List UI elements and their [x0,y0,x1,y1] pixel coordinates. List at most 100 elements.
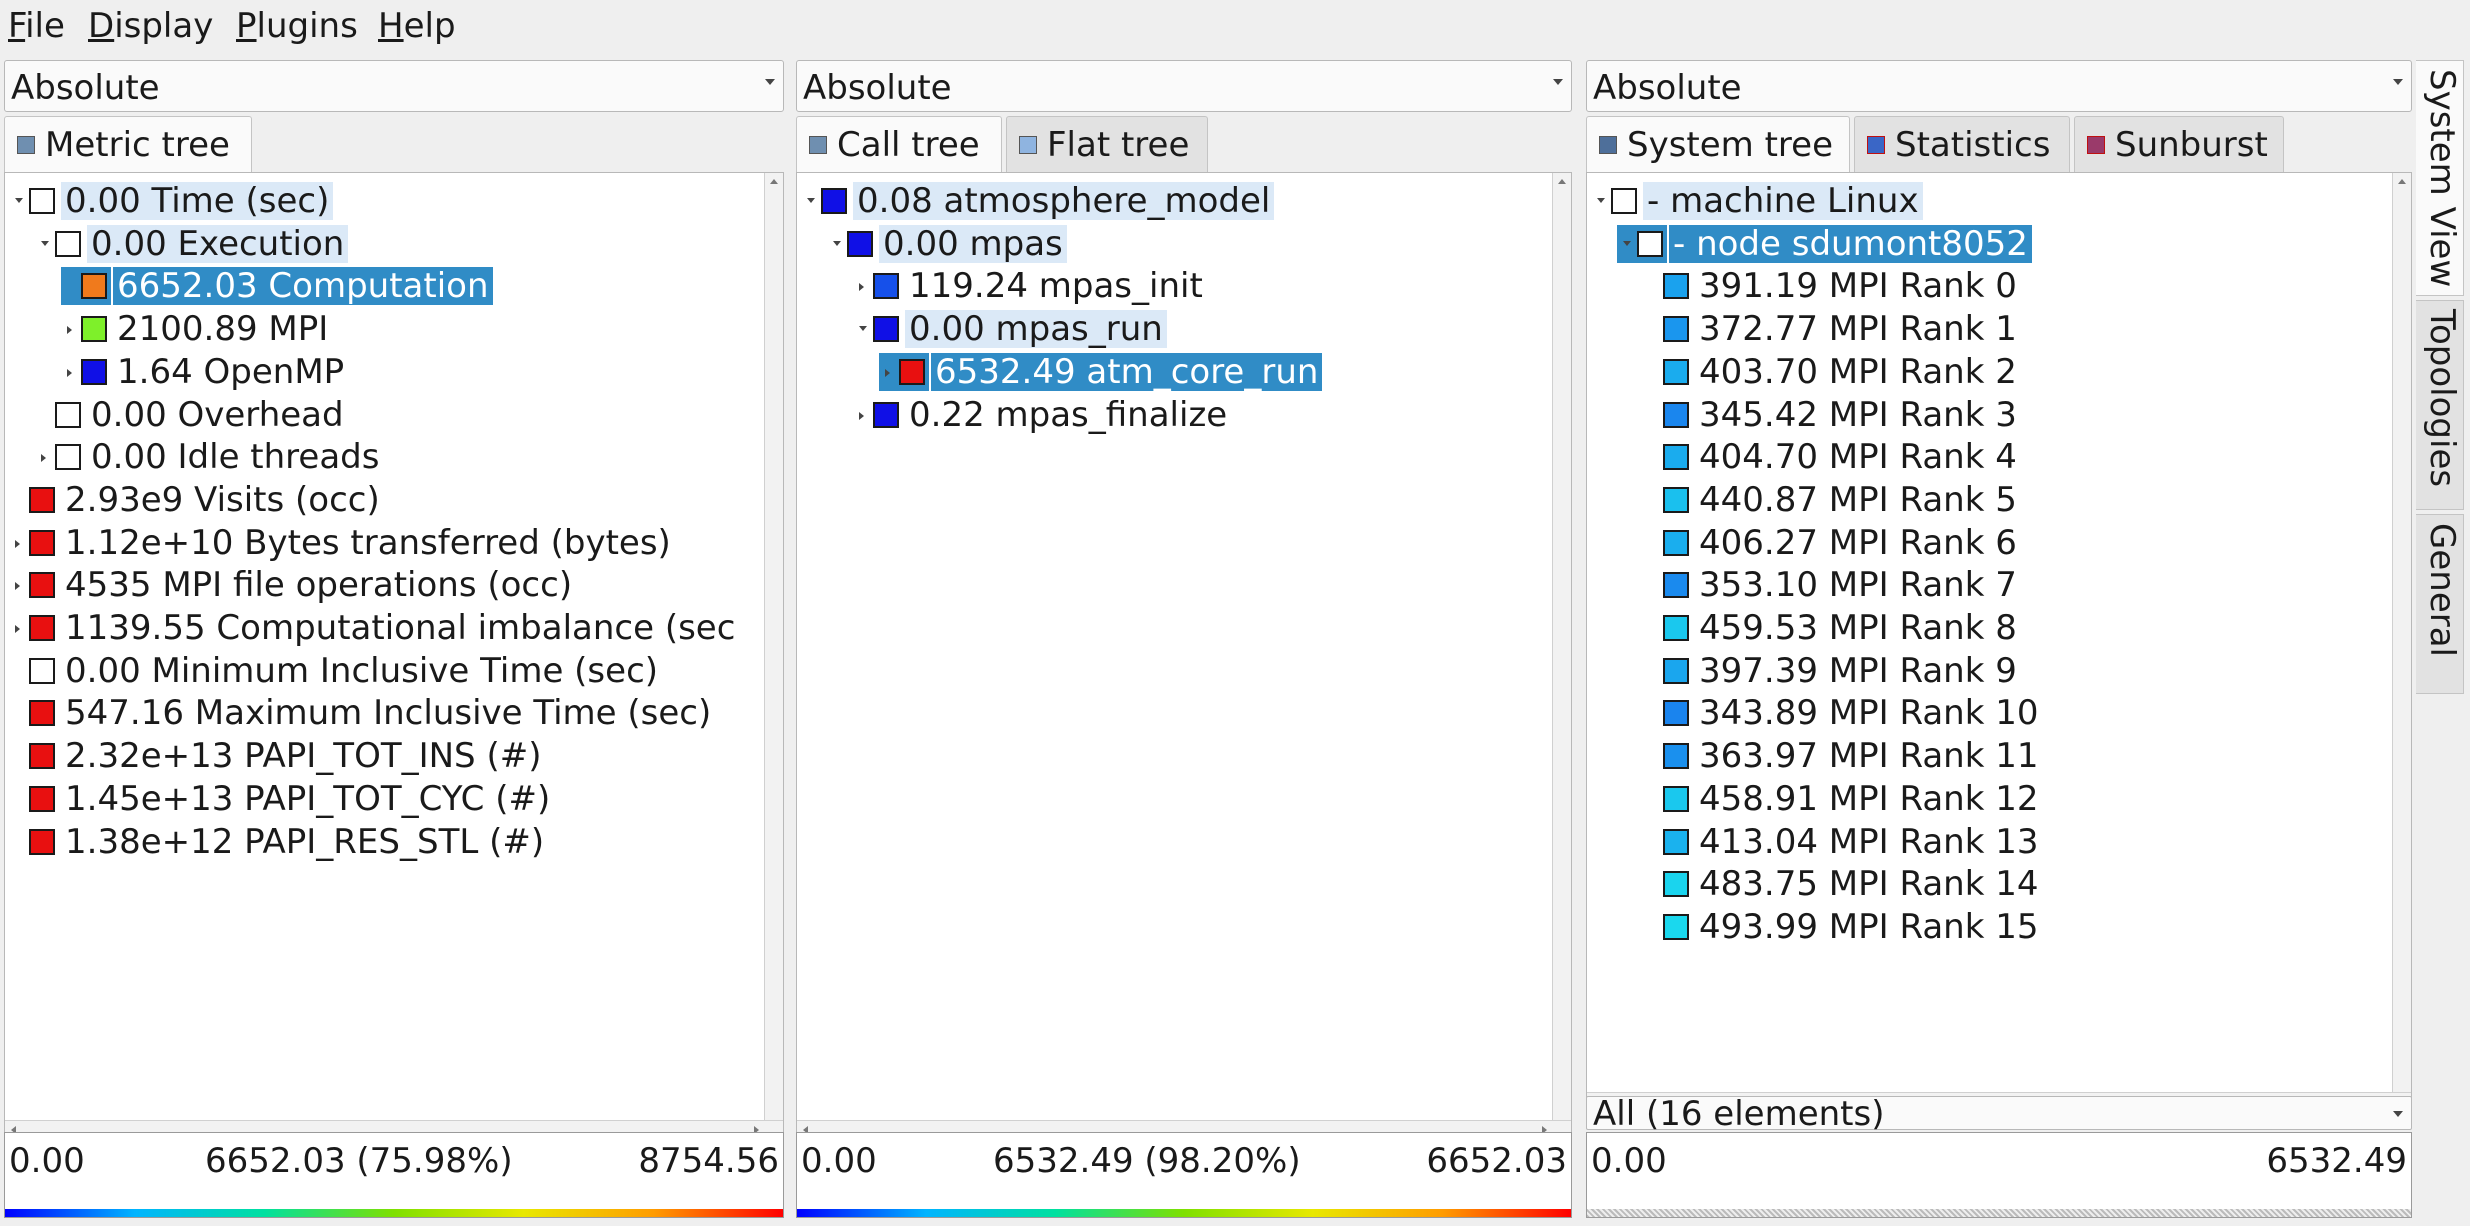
tab-statistics[interactable]: Statistics [1854,116,2070,172]
tree-row[interactable]: 2.32e+13 PAPI_TOT_INS (#) [5,734,783,776]
vertical-scrollbar[interactable] [764,173,783,1139]
tab-sunburst[interactable]: Sunburst [2074,116,2284,172]
system-tree[interactable]: - machine Linux - node sdumont8052 391.19 … [1586,172,2412,1112]
expand-arrow-open-icon[interactable] [807,198,815,203]
call-mode-select[interactable]: Absolute [796,60,1572,112]
menu-help[interactable]: Help [378,6,456,46]
tab-topologies[interactable]: Topologies [2416,300,2464,510]
tree-row[interactable]: 2.93e9 Visits (occ) [5,478,783,520]
tab-system-tree[interactable]: System tree [1586,116,1850,173]
tree-row[interactable]: 1139.55 Computational imbalance (sec [5,606,783,648]
tree-row[interactable]: 0.00 Overhead [5,393,783,435]
tree-row[interactable]: 403.70 MPI Rank 2 [1587,350,2411,392]
call-tree[interactable]: 0.08 atmosphere_model 0.00 mpas 119.24 mpa… [796,172,1572,1140]
expand-arrow-closed-icon[interactable] [859,411,864,420]
tree-row-label: 459.53 MPI Rank 8 [1699,608,2017,648]
expand-arrow-open-icon[interactable] [859,326,867,332]
scale-max: 8754.56 [638,1141,779,1181]
tree-row[interactable]: 363.97 MPI Rank 11 [1587,734,2411,776]
tree-row[interactable]: - node sdumont8052 [1587,222,2411,264]
expand-arrow-closed-icon[interactable] [859,283,864,292]
scale-max: 6652.03 [1426,1141,1567,1181]
menu-plugins[interactable]: Plugins [236,6,358,46]
tree-row[interactable]: 404.70 MPI Rank 4 [1587,435,2411,477]
tree-row-label: 1139.55 Computational imbalance (sec [65,608,736,648]
vertical-scrollbar[interactable] [2392,173,2411,1111]
menu-display[interactable]: Display [88,6,213,46]
tab-flat-tree[interactable]: Flat tree [1006,116,1208,172]
call-mode-value: Absolute [803,68,952,108]
color-swatch-icon [1663,871,1689,898]
tree-row[interactable]: 1.38e+12 PAPI_RES_STL (#) [5,820,783,862]
expand-arrow-open-icon[interactable] [15,198,23,203]
metric-tree[interactable]: 0.00 Time (sec) 0.00 Execution 6652.03 Com… [4,172,784,1140]
tree-row-label: 413.04 MPI Rank 13 [1699,821,2039,862]
tree-row[interactable]: 493.99 MPI Rank 15 [1587,905,2411,947]
tree-row[interactable]: 0.00 Time (sec) [5,179,783,221]
color-scale: 0.00 6532.49 [1586,1132,2412,1218]
element-filter-select[interactable]: All (16 elements) [1586,1094,2412,1134]
tab-system-view[interactable]: System View [2416,60,2464,296]
expand-arrow-closed-icon[interactable] [41,454,46,463]
system-mode-select[interactable]: Absolute [1586,60,2412,112]
expand-arrow-closed-icon[interactable] [67,368,72,377]
tree-row[interactable]: 1.12e+10 Bytes transferred (bytes) [5,521,783,563]
tree-row[interactable]: 345.42 MPI Rank 3 [1587,393,2411,435]
tree-row[interactable]: 458.91 MPI Rank 12 [1587,777,2411,819]
expand-arrow-open-icon[interactable] [1597,198,1605,203]
expand-arrow-open-icon[interactable] [833,240,841,246]
tree-row-label: 483.75 MPI Rank 14 [1699,864,2039,905]
metric-mode-select[interactable]: Absolute [4,60,784,112]
tree-row[interactable]: 1.64 OpenMP [5,350,783,392]
menu-file[interactable]: File [8,6,65,46]
tree-row[interactable]: 483.75 MPI Rank 14 [1587,862,2411,904]
flat-tree-icon [1019,136,1037,154]
scroll-up-icon[interactable] [1558,179,1566,184]
scroll-up-icon[interactable] [770,179,778,184]
tree-row[interactable]: 391.19 MPI Rank 0 [1587,264,2411,306]
tree-row[interactable]: 372.77 MPI Rank 1 [1587,307,2411,349]
tree-row[interactable]: - machine Linux [1587,179,2411,221]
vertical-scrollbar[interactable] [1552,173,1571,1139]
scale-value: 6652.03 (75.98%) [205,1141,513,1181]
tree-row[interactable]: 1.45e+13 PAPI_TOT_CYC (#) [5,777,783,819]
color-gradient [5,1209,783,1217]
tab-call-tree[interactable]: Call tree [796,116,1002,173]
expand-arrow-closed-icon[interactable] [15,625,20,633]
tree-row[interactable]: 397.39 MPI Rank 9 [1587,649,2411,691]
tab-metric-tree[interactable]: Metric tree [4,116,252,173]
scale-max: 6532.49 [2266,1141,2407,1181]
tree-row[interactable]: 353.10 MPI Rank 7 [1587,563,2411,605]
tree-row[interactable]: 2100.89 MPI [5,307,783,349]
tree-row[interactable]: 547.16 Maximum Inclusive Time (sec) [5,691,783,733]
tree-row[interactable]: 6652.03 Computation [5,264,783,306]
tree-row[interactable]: 413.04 MPI Rank 13 [1587,820,2411,862]
tree-row[interactable]: 0.00 mpas_run [797,307,1571,349]
expand-arrow-closed-icon[interactable] [885,368,890,377]
tree-row[interactable]: 0.22 mpas_finalize [797,393,1571,435]
tree-row[interactable]: 4535 MPI file operations (occ) [5,563,783,605]
tree-row-label: 353.10 MPI Rank 7 [1699,565,2017,606]
statistics-icon [1867,136,1885,154]
tab-general[interactable]: General [2416,514,2464,694]
tree-row[interactable]: 0.08 atmosphere_model [797,179,1571,221]
color-swatch-icon [1611,188,1637,214]
tree-row[interactable]: 0.00 Execution [5,222,783,264]
expand-arrow-open-icon[interactable] [41,240,49,246]
expand-arrow-closed-icon[interactable] [67,326,72,335]
tree-row[interactable]: 0.00 Idle threads [5,435,783,477]
tree-row-label: 547.16 Maximum Inclusive Time (sec) [65,693,712,734]
scroll-up-icon[interactable] [2398,179,2406,184]
tree-row[interactable]: 406.27 MPI Rank 6 [1587,521,2411,563]
expand-arrow-closed-icon[interactable] [15,539,20,548]
tree-row-label: - machine Linux [1643,182,1923,220]
tree-row[interactable]: 0.00 mpas [797,222,1571,264]
tree-row[interactable]: 6532.49 atm_core_run [797,350,1571,392]
tree-row[interactable]: 440.87 MPI Rank 5 [1587,478,2411,520]
expand-arrow-open-icon[interactable] [1623,240,1631,246]
expand-arrow-closed-icon[interactable] [15,582,20,591]
tree-row[interactable]: 119.24 mpas_init [797,264,1571,306]
tree-row[interactable]: 0.00 Minimum Inclusive Time (sec) [5,649,783,691]
tree-row[interactable]: 459.53 MPI Rank 8 [1587,606,2411,648]
tree-row[interactable]: 343.89 MPI Rank 10 [1587,691,2411,733]
